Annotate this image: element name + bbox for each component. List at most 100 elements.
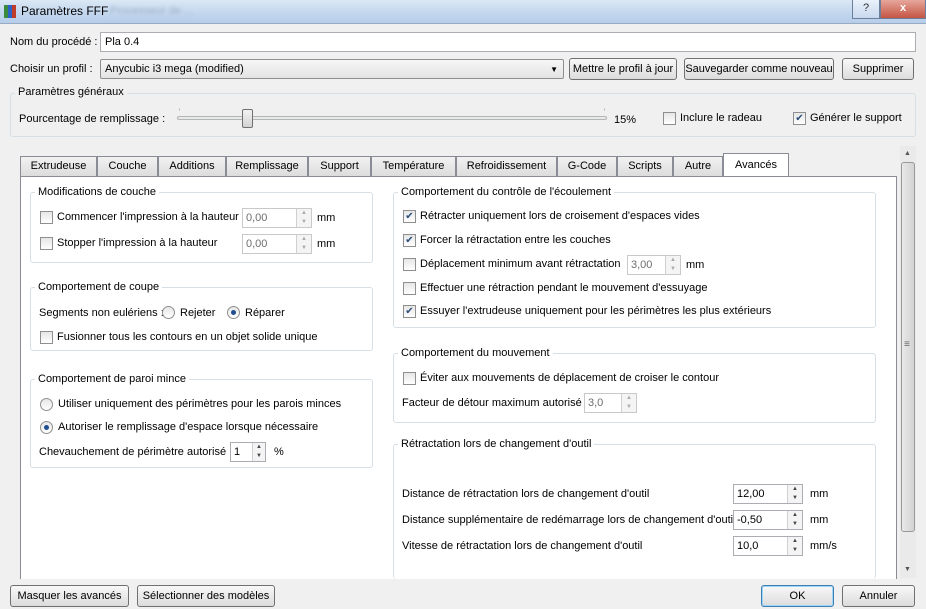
layer-mods-group	[30, 192, 373, 263]
spin-up-icon[interactable]: ▲	[787, 537, 802, 546]
force-retract-checkbox[interactable]	[403, 234, 416, 247]
infill-label: Pourcentage de remplissage :	[19, 113, 166, 125]
stop-height-unit: mm	[317, 238, 336, 250]
window-title-blurred: Processeur de ...	[110, 5, 194, 17]
overlap-label: Chevauchement de périmètre autorisé	[39, 446, 227, 458]
close-button[interactable]: x	[880, 0, 926, 19]
flow-control-title: Comportement du contrôle de l'écoulement	[398, 186, 614, 198]
scrollbar-thumb[interactable]: ≡	[901, 162, 915, 532]
spin-down-icon[interactable]: ▼	[296, 244, 311, 253]
update-profile-button[interactable]: Mettre le profil à jour	[569, 58, 677, 80]
detour-factor-spinbox[interactable]: 3,0 ▲ ▼	[584, 393, 637, 413]
start-height-value: 0,00	[246, 212, 268, 224]
min-travel-value: 3,00	[631, 259, 653, 271]
title-bar: Paramètres FFF Processeur de ... ? x	[0, 0, 926, 24]
tool-retract-distance-spinbox[interactable]: 12,00 ▲ ▼	[733, 484, 803, 504]
tab-scripts[interactable]: Scripts	[617, 156, 673, 176]
profile-select[interactable]: Anycubic i3 mega (modified) ▼	[100, 59, 564, 79]
tool-retract-distance-unit: mm	[810, 488, 829, 500]
spin-up-icon[interactable]: ▲	[296, 209, 311, 218]
spin-down-icon[interactable]: ▼	[296, 218, 311, 227]
spin-up-icon[interactable]: ▲	[787, 511, 802, 520]
tool-retract-speed-spinbox[interactable]: 10,0 ▲ ▼	[733, 536, 803, 556]
vertical-scrollbar[interactable]: ▲ ≡ ▼	[900, 146, 916, 578]
slider-handle[interactable]	[242, 109, 253, 128]
tool-extra-restart-spinbox[interactable]: -0,50 ▲ ▼	[733, 510, 803, 530]
select-models-button[interactable]: Sélectionner des modèles	[137, 585, 275, 607]
tab-extrudeuse[interactable]: Extrudeuse	[20, 156, 97, 176]
tab-gcode[interactable]: G-Code	[557, 156, 617, 176]
save-as-new-button[interactable]: Sauvegarder comme nouveau	[684, 58, 834, 80]
spin-down-icon[interactable]: ▼	[252, 452, 265, 461]
layer-mods-title: Modifications de couche	[35, 186, 160, 198]
overlap-value: 1	[234, 446, 241, 458]
spin-down-icon[interactable]: ▼	[787, 494, 802, 503]
ok-button[interactable]: OK	[761, 585, 834, 607]
reject-label: Rejeter	[180, 307, 216, 319]
spin-up-icon[interactable]: ▲	[665, 256, 680, 265]
help-button[interactable]: ?	[852, 0, 880, 19]
start-height-unit: mm	[317, 212, 336, 224]
support-label: Générer le support	[810, 112, 902, 124]
retract-open-checkbox[interactable]	[403, 210, 416, 223]
tool-extra-restart-unit: mm	[810, 514, 829, 526]
wipe-outer-label: Essuyer l'extrudeuse uniquement pour les…	[420, 305, 772, 317]
tab-additions[interactable]: Additions	[158, 156, 226, 176]
min-travel-spinbox[interactable]: 3,00 ▲ ▼	[627, 255, 681, 275]
raft-checkbox[interactable]	[663, 112, 676, 125]
tool-retract-speed-unit: mm/s	[810, 540, 837, 552]
spin-up-icon[interactable]: ▲	[252, 443, 265, 452]
profile-label: Choisir un profil :	[10, 63, 93, 75]
scroll-up-icon[interactable]: ▲	[900, 146, 915, 161]
slider-tick	[604, 108, 605, 111]
merge-contours-checkbox[interactable]	[40, 331, 53, 344]
process-name-input[interactable]: Pla 0.4	[100, 32, 916, 52]
tool-retract-speed-value: 10,0	[737, 540, 759, 552]
avoid-crossing-checkbox[interactable]	[403, 372, 416, 385]
stop-height-spinbox[interactable]: 0,00 ▲ ▼	[242, 234, 312, 254]
tab-support[interactable]: Support	[308, 156, 371, 176]
start-height-checkbox[interactable]	[40, 211, 53, 224]
cancel-button[interactable]: Annuler	[842, 585, 915, 607]
hide-advanced-button[interactable]: Masquer les avancés	[10, 585, 129, 607]
process-name-label: Nom du procédé :	[10, 36, 98, 48]
wipe-retract-checkbox[interactable]	[403, 282, 416, 295]
spin-down-icon[interactable]: ▼	[665, 265, 680, 274]
retract-open-label: Rétracter uniquement lors de croisement …	[420, 210, 700, 222]
spin-up-icon[interactable]: ▲	[621, 394, 636, 403]
spin-up-icon[interactable]: ▲	[296, 235, 311, 244]
stop-height-checkbox[interactable]	[40, 237, 53, 250]
overlap-spinbox[interactable]: 1 ▲ ▼	[230, 442, 266, 462]
min-travel-checkbox[interactable]	[403, 258, 416, 271]
tab-refroidissement[interactable]: Refroidissement	[456, 156, 557, 176]
grip-icon: ≡	[904, 339, 910, 350]
perimeters-only-radio[interactable]	[40, 398, 53, 411]
infill-slider[interactable]	[177, 108, 607, 130]
spin-down-icon[interactable]: ▼	[787, 546, 802, 555]
tab-couche[interactable]: Couche	[97, 156, 158, 176]
support-checkbox[interactable]	[793, 112, 806, 125]
avoid-crossing-label: Éviter aux mouvements de déplacement de …	[420, 372, 719, 384]
general-settings-title: Paramètres généraux	[15, 86, 127, 98]
tab-autre[interactable]: Autre	[673, 156, 723, 176]
delete-profile-button[interactable]: Supprimer	[842, 58, 914, 80]
wipe-outer-checkbox[interactable]	[403, 305, 416, 318]
tab-temperature[interactable]: Température	[371, 156, 456, 176]
repair-label: Réparer	[245, 307, 285, 319]
start-height-spinbox[interactable]: 0,00 ▲ ▼	[242, 208, 312, 228]
repair-radio[interactable]	[227, 306, 240, 319]
tool-retract-speed-label: Vitesse de rétractation lors de changeme…	[402, 540, 643, 552]
reject-radio[interactable]	[162, 306, 175, 319]
raft-label: Inclure le radeau	[680, 112, 762, 124]
close-icon: x	[899, 2, 907, 14]
tab-avances[interactable]: Avancés	[723, 153, 789, 176]
spin-down-icon[interactable]: ▼	[787, 520, 802, 529]
gap-fill-radio[interactable]	[40, 421, 53, 434]
tab-remplissage[interactable]: Remplissage	[226, 156, 308, 176]
spin-down-icon[interactable]: ▼	[621, 403, 636, 412]
scroll-down-icon[interactable]: ▼	[900, 562, 915, 577]
spin-up-icon[interactable]: ▲	[787, 485, 802, 494]
force-retract-label: Forcer la rétractation entre les couches	[420, 234, 611, 246]
stop-height-value: 0,00	[246, 238, 268, 250]
min-travel-unit: mm	[686, 259, 705, 271]
